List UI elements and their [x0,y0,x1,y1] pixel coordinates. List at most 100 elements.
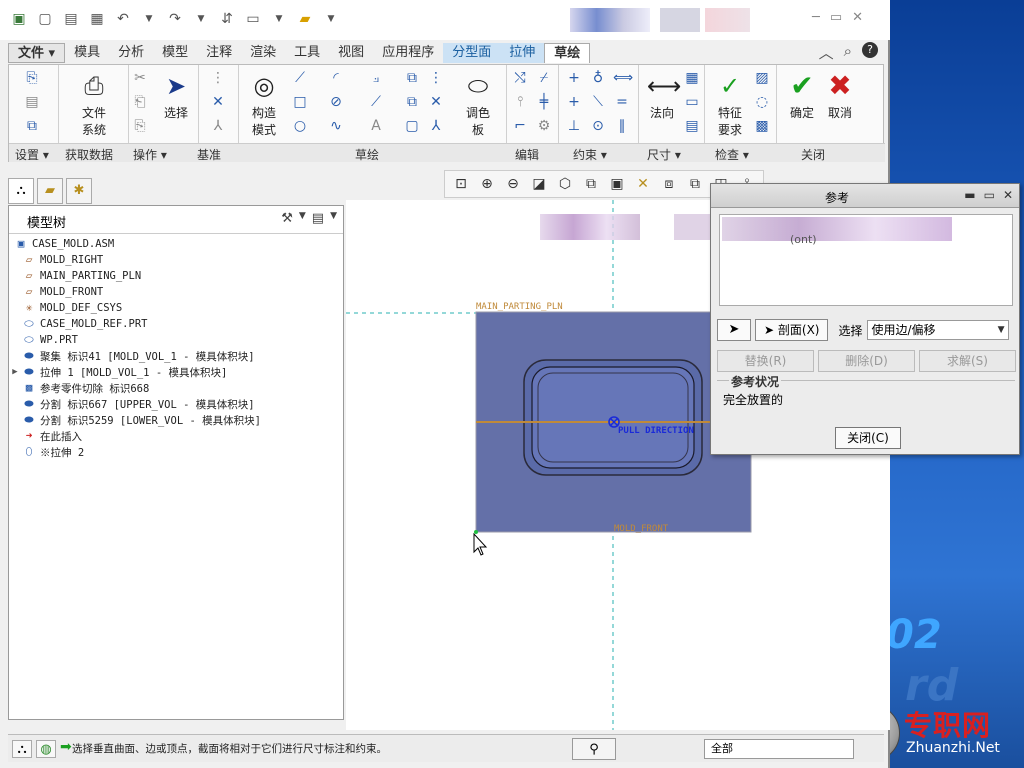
perpendicular-constraint-icon[interactable]: ⊥ [565,117,583,135]
windows-dropdown-icon[interactable]: ▼ [270,10,288,28]
spline-icon[interactable]: ∿ [327,117,345,135]
sketch-view-icon[interactable]: ⧉ [23,117,41,135]
customize-qa-icon[interactable]: ▼ [322,10,340,28]
dialog-minimize-icon[interactable]: ▬ [964,188,975,202]
tree-settings-icon[interactable]: ⚒ [281,211,293,226]
reference-dim-icon[interactable]: ▭ [683,93,701,111]
replace-button[interactable]: 替换(R) [717,350,814,372]
dialog-close-icon[interactable]: ✕ [1003,188,1013,202]
search-icon[interactable]: ⌕ [844,42,852,63]
refit-icon[interactable]: ⊡ [449,173,473,195]
text-icon[interactable]: A [367,117,385,135]
select-button[interactable]: ➤ 选择 [151,71,201,121]
saved-views-icon[interactable]: ⧉ [579,173,603,195]
save-icon[interactable]: ▦ [88,10,106,28]
vertical-constraint-icon[interactable]: + [565,69,583,87]
tree-row[interactable]: ⬬ 分割 标识667 [UPPER_VOL - 模具体积块] [9,396,343,412]
copy-icon[interactable]: ⎗ [131,93,149,111]
display-style-icon[interactable]: ⬡ [553,173,577,195]
offset-icon[interactable]: ⧉ [403,69,421,87]
repaint-icon[interactable]: ◪ [527,173,551,195]
open-folder-icon[interactable]: ▤ [62,10,80,28]
menu-file[interactable]: 文件 ▾ [8,43,66,63]
ellipse-icon[interactable]: ⊘ [327,93,345,111]
tree-row[interactable]: ⬬ 分割 标识5259 [LOWER_VOL - 模具体积块] [9,412,343,428]
construction-mode-button[interactable]: ◎ 构造 模式 [239,71,289,138]
dialog-maximize-icon[interactable]: ▭ [984,188,995,202]
view-manager-icon[interactable]: ▣ [605,173,629,195]
highlight-open-ends-icon[interactable]: ◌ [753,93,771,111]
file-system-button[interactable]: ⎙ 文件 系统 [69,71,119,138]
corner-icon[interactable]: ⌐ [511,117,529,135]
solve-button[interactable]: 求解(S) [919,350,1016,372]
cut-icon[interactable]: ✂ [131,69,149,87]
corner-vertex[interactable] [474,530,478,534]
line-icon[interactable]: ⟋ [291,69,309,87]
find-button[interactable]: ⚲ [572,738,616,760]
menu-mold[interactable]: 模具 [65,43,109,63]
palette-button[interactable]: ⬭ 调色 板 [453,71,503,138]
centerline-sketch-icon[interactable]: ⋮ [427,69,445,87]
parallel-constraint-icon[interactable]: ∥ [613,117,631,135]
inspect-group-label[interactable]: 检查 ▾ [715,146,749,163]
regenerate-icon[interactable]: ⇵ [218,10,236,28]
tree-row[interactable]: ▶ ⬬ 拉伸 1 [MOLD_VOL_1 - 模具体积块] [9,364,343,380]
tree-row[interactable]: ▣ CASE_MOLD.ASM [9,236,343,252]
pick-reference-button[interactable]: ➤ [717,319,751,341]
tree-row[interactable]: ⬬ 聚集 标识41 [MOLD_VOL_1 - 模具体积块] [9,348,343,364]
circle-icon[interactable]: ○ [291,117,309,135]
maximize-icon[interactable]: ▭ [830,10,842,25]
tree-row[interactable]: ⬯ ※拉伸 2 [9,444,343,460]
tab-model-tree[interactable]: ⛬ [8,178,34,204]
reference-list-item[interactable]: (ont) [790,233,817,246]
references-list[interactable]: (ont) [719,214,1013,306]
mirror-icon[interactable]: ⫯ [511,93,529,111]
expand-arrow-icon[interactable]: ▶ [9,367,21,377]
baseline-icon[interactable]: ▤ [683,117,701,135]
menu-render[interactable]: 渲染 [241,43,285,63]
centerline-icon[interactable]: ⋮ [209,69,227,87]
spin-center-icon[interactable]: ⧉ [683,173,707,195]
equal-constraint-icon[interactable]: = [613,93,631,111]
divide-icon[interactable]: ⌿ [535,69,553,87]
feature-requirements-button[interactable]: ✓ 特征 要求 [705,71,755,138]
delete-button[interactable]: 删除(D) [818,350,915,372]
csys-sketch-icon[interactable]: ⅄ [427,117,445,135]
menu-extrude[interactable]: 拉伸 [500,43,545,63]
windows-icon[interactable]: ▭ [244,10,262,28]
midpoint-constraint-icon[interactable]: ⟍ [589,93,607,111]
constrain-group-label[interactable]: 约束 ▾ [573,146,607,163]
menu-view[interactable]: 视图 [329,43,373,63]
menu-sketch[interactable]: 草绘 [544,43,591,63]
menu-annotate[interactable]: 注释 [197,43,241,63]
annotation-display-icon[interactable]: ⧈ [657,173,681,195]
tree-row[interactable]: ➜ 在此插入 [9,428,343,444]
symmetric-constraint-icon[interactable]: ⟺ [613,69,633,87]
tree-row[interactable]: ▱ MAIN_PARTING_PLN [9,268,343,284]
dimension-group-label[interactable]: 尺寸 ▾ [647,146,681,163]
arc-icon[interactable]: ◜ [327,69,345,87]
reference-icon[interactable]: ▤ [23,93,41,111]
select-filter-dropdown[interactable]: 使用边/偏移 ▼ [866,320,1009,340]
tree-row[interactable]: ▱ MOLD_RIGHT [9,252,343,268]
menu-parting-surface[interactable]: 分型面 [443,43,501,63]
redo-dropdown-icon[interactable]: ▼ [192,10,210,28]
rotate-resize-icon[interactable]: ⚙ [535,117,553,135]
close-icon[interactable]: ✕ [852,10,863,25]
dialog-close-button[interactable]: 关闭(C) [835,427,901,449]
browser-toggle-icon[interactable]: ◍ [36,740,56,758]
paste-icon[interactable]: ⎘ [131,117,149,135]
tree-row[interactable]: ▩ 参考零件切除 标识668 [9,380,343,396]
new-file-icon[interactable]: ▢ [36,10,54,28]
menu-analysis[interactable]: 分析 [109,43,153,63]
tree-show-dropdown-icon[interactable]: ▼ [330,211,337,226]
section-button[interactable]: ➤ 剖面(X) [755,319,829,341]
minimize-icon[interactable]: ─ [812,10,820,25]
operations-group-label[interactable]: 操作 ▾ [133,146,167,163]
collapse-ribbon-icon[interactable]: ︿ [819,42,834,63]
datum-point-icon[interactable]: ✕ [209,93,227,111]
coincident-constraint-icon[interactable]: ⊙ [589,117,607,135]
zoom-out-icon[interactable]: ⊖ [501,173,525,195]
modify-icon[interactable]: ⤭ [511,69,529,87]
redo-icon[interactable]: ↷ [166,10,184,28]
